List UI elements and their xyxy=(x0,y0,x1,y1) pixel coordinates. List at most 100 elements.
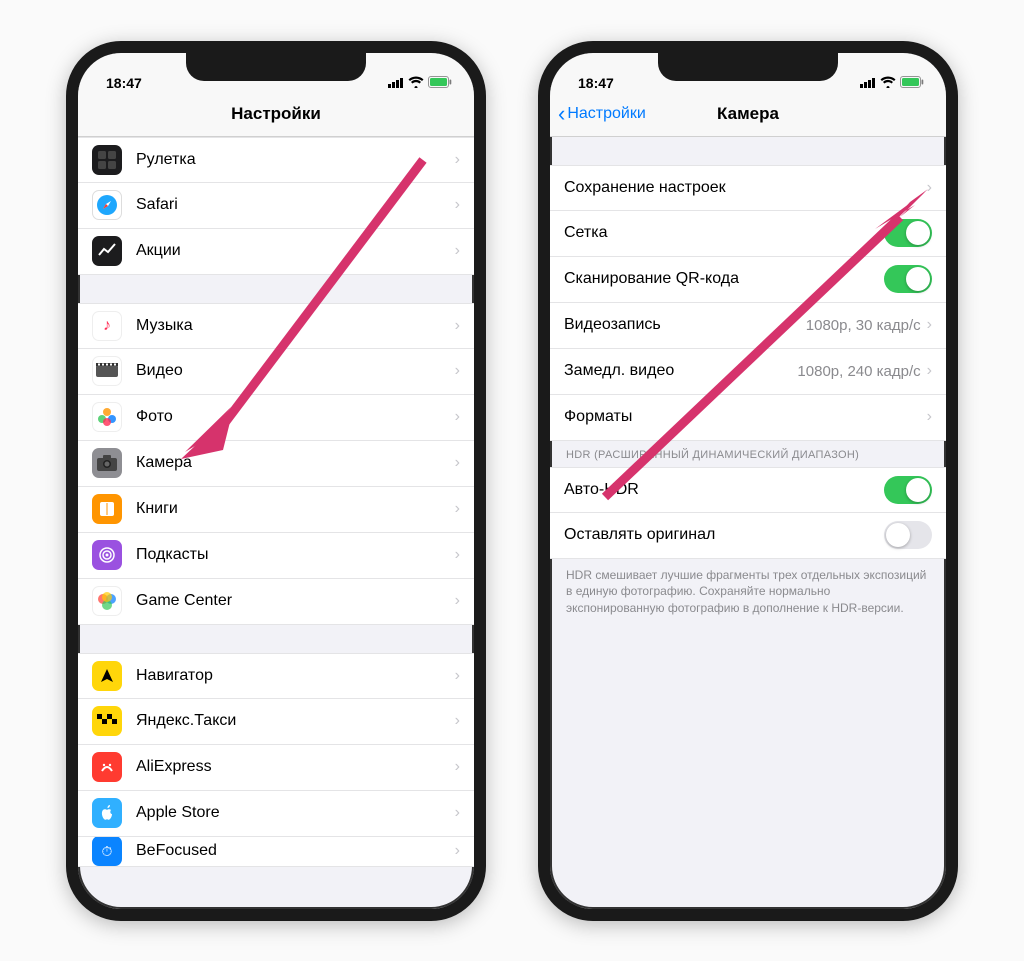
wifi-icon xyxy=(408,75,424,91)
row-camera[interactable]: Камера › xyxy=(78,441,474,487)
settings-list[interactable]: Рулетка › Safari › Акции › ♪ xyxy=(78,137,474,909)
photos-icon xyxy=(92,402,122,432)
row-gamecenter[interactable]: Game Center › xyxy=(78,579,474,625)
row-label: Сетка xyxy=(564,224,884,242)
row-slomo[interactable]: Замедл. видео 1080p, 240 кадр/с › xyxy=(550,349,946,395)
row-aliexpress[interactable]: AliExpress › xyxy=(78,745,474,791)
camera-icon xyxy=(92,448,122,478)
chevron-right-icon: › xyxy=(927,362,932,380)
qr-toggle[interactable] xyxy=(884,265,932,293)
group-separator xyxy=(78,625,474,653)
notch xyxy=(658,53,838,81)
row-label: Камера xyxy=(136,454,455,472)
row-label: Видео xyxy=(136,362,455,380)
row-label: Музыка xyxy=(136,317,455,335)
row-video[interactable]: Видео › xyxy=(78,349,474,395)
row-label: BeFocused xyxy=(136,842,455,860)
row-label: Видеозапись xyxy=(564,316,806,334)
phone-right: 18:47 ‹ Настройки Камера Сохранение наст… xyxy=(538,41,958,921)
row-podcasts[interactable]: Подкасты › xyxy=(78,533,474,579)
row-label: Форматы xyxy=(564,408,927,426)
row-label: Яндекс.Такси xyxy=(136,712,455,730)
chevron-right-icon: › xyxy=(455,408,460,426)
wifi-icon xyxy=(880,75,896,91)
signal-icon xyxy=(860,75,876,91)
hdr-section-header: HDR (РАСШИРЕННЫЙ ДИНАМИЧЕСКИЙ ДИАПАЗОН) xyxy=(550,441,946,467)
taxi-icon xyxy=(92,706,122,736)
row-label: Сканирование QR-кода xyxy=(564,270,884,288)
group-separator xyxy=(550,137,946,165)
row-video-record[interactable]: Видеозапись 1080p, 30 кадр/с › xyxy=(550,303,946,349)
row-ruler[interactable]: Рулетка › xyxy=(78,137,474,183)
row-label: Рулетка xyxy=(136,151,455,169)
camera-settings-list[interactable]: Сохранение настроек › Сетка Сканирование… xyxy=(550,137,946,909)
keep-original-toggle[interactable] xyxy=(884,521,932,549)
gamecenter-icon xyxy=(92,586,122,616)
group-separator xyxy=(78,275,474,303)
chevron-right-icon: › xyxy=(927,179,932,197)
back-label: Настройки xyxy=(567,105,645,123)
row-music[interactable]: ♪ Музыка › xyxy=(78,303,474,349)
chevron-right-icon: › xyxy=(927,408,932,426)
row-keep-original[interactable]: Оставлять оригинал xyxy=(550,513,946,559)
settings-group: Авто-HDR Оставлять оригинал xyxy=(550,467,946,559)
row-qr-scan[interactable]: Сканирование QR-кода xyxy=(550,257,946,303)
chevron-right-icon: › xyxy=(455,712,460,730)
navigator-icon xyxy=(92,661,122,691)
row-stocks[interactable]: Акции › xyxy=(78,229,474,275)
chevron-right-icon: › xyxy=(455,196,460,214)
row-label: Safari xyxy=(136,196,455,214)
video-icon xyxy=(92,356,122,386)
row-books[interactable]: Книги › xyxy=(78,487,474,533)
back-button[interactable]: ‹ Настройки xyxy=(558,105,646,123)
row-formats[interactable]: Форматы › xyxy=(550,395,946,441)
row-label: Подкасты xyxy=(136,546,455,564)
row-label: Оставлять оригинал xyxy=(564,526,884,544)
row-taxi[interactable]: Яндекс.Такси › xyxy=(78,699,474,745)
settings-group: Навигатор › Яндекс.Такси › AliExpress › xyxy=(78,653,474,867)
row-label: Авто-HDR xyxy=(564,481,884,499)
chevron-right-icon: › xyxy=(455,667,460,685)
signal-icon xyxy=(388,75,404,91)
row-save-settings[interactable]: Сохранение настроек › xyxy=(550,165,946,211)
chevron-right-icon: › xyxy=(455,454,460,472)
page-title: Настройки xyxy=(231,104,321,124)
row-label: Навигатор xyxy=(136,667,455,685)
status-time: 18:47 xyxy=(578,75,614,91)
row-navigator[interactable]: Навигатор › xyxy=(78,653,474,699)
row-safari[interactable]: Safari › xyxy=(78,183,474,229)
chevron-right-icon: › xyxy=(455,151,460,169)
row-grid[interactable]: Сетка xyxy=(550,211,946,257)
row-detail: 1080p, 240 кадр/с xyxy=(797,363,920,380)
chevron-right-icon: › xyxy=(455,546,460,564)
music-icon: ♪ xyxy=(92,311,122,341)
row-photos[interactable]: Фото › xyxy=(78,395,474,441)
row-label: AliExpress xyxy=(136,758,455,776)
row-label: Apple Store xyxy=(136,804,455,822)
status-time: 18:47 xyxy=(106,75,142,91)
ruler-icon xyxy=(92,145,122,175)
row-auto-hdr[interactable]: Авто-HDR xyxy=(550,467,946,513)
aliexpress-icon xyxy=(92,752,122,782)
header: ‹ Настройки Камера xyxy=(550,93,946,137)
row-label: Акции xyxy=(136,242,455,260)
phone-left: 18:47 Настройки Рулетка › xyxy=(66,41,486,921)
chevron-right-icon: › xyxy=(455,242,460,260)
header: Настройки xyxy=(78,93,474,137)
befocused-icon: ⏱ xyxy=(92,837,122,867)
hdr-footer-text: HDR смешивает лучшие фрагменты трех отде… xyxy=(550,559,946,625)
row-label: Замедл. видео xyxy=(564,362,797,380)
notch xyxy=(186,53,366,81)
auto-hdr-toggle[interactable] xyxy=(884,476,932,504)
row-label: Сохранение настроек xyxy=(564,179,927,197)
books-icon xyxy=(92,494,122,524)
settings-group: Рулетка › Safari › Акции › xyxy=(78,137,474,275)
chevron-right-icon: › xyxy=(455,758,460,776)
chevron-right-icon: › xyxy=(927,316,932,334)
page-title: Камера xyxy=(717,104,779,124)
row-label: Фото xyxy=(136,408,455,426)
row-applestore[interactable]: Apple Store › xyxy=(78,791,474,837)
row-befocused[interactable]: ⏱ BeFocused › xyxy=(78,837,474,867)
chevron-right-icon: › xyxy=(455,317,460,335)
grid-toggle[interactable] xyxy=(884,219,932,247)
